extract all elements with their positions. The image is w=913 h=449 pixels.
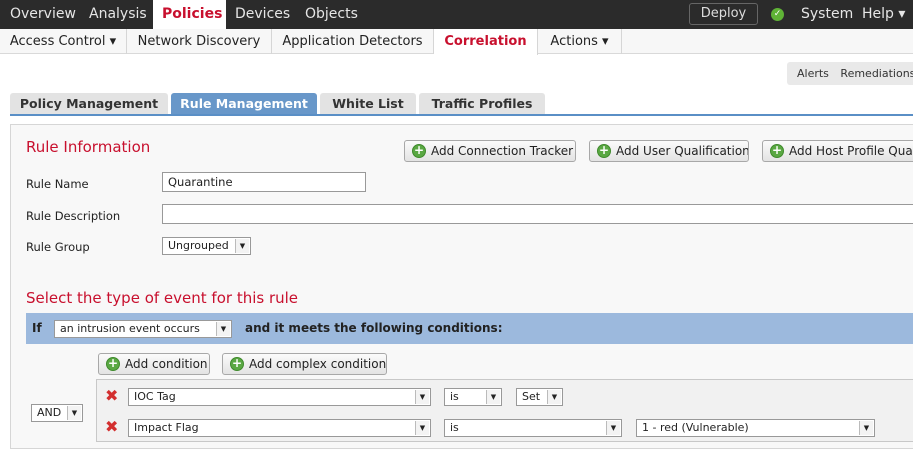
button-label: Add Connection Tracker bbox=[431, 144, 574, 158]
condition-value: 1 - red (Vulnerable) bbox=[642, 421, 749, 434]
event-type-value: an intrusion event occurs bbox=[60, 322, 200, 335]
add-icon: + bbox=[230, 356, 244, 371]
add-user-qualification-button[interactable]: + Add User Qualification bbox=[589, 140, 749, 162]
chevron-down-icon: ▼ bbox=[486, 390, 500, 404]
condition-value: Set bbox=[522, 390, 541, 403]
sub-nav: Access Control ▾ Network Discovery Appli… bbox=[0, 29, 913, 55]
event-type-title: Select the type of event for this rule bbox=[26, 289, 299, 307]
tab-white-list[interactable]: White List bbox=[320, 93, 416, 115]
nav-objects[interactable]: Objects bbox=[305, 0, 358, 29]
chevron-down-icon: ▼ bbox=[606, 421, 620, 435]
condition-value-select[interactable]: Set ▼ bbox=[516, 388, 563, 406]
alerts-remediations-bar: Alerts Remediations bbox=[787, 62, 913, 85]
event-condition-bar: If an intrusion event occurs ▼ and it me… bbox=[26, 313, 913, 344]
rule-name-input[interactable]: Quarantine bbox=[162, 172, 366, 192]
status-ok-icon: ✓ bbox=[771, 8, 784, 21]
chevron-down-icon: ▼ bbox=[547, 390, 561, 404]
conditions-box: ✖ IOC Tag ▼ is ▼ Set ▼ ✖ Impact Flag ▼ i… bbox=[96, 379, 913, 442]
subnav-actions[interactable]: Actions ▾ bbox=[538, 29, 622, 54]
rule-editor-panel: Rule Information + Add Connection Tracke… bbox=[10, 124, 913, 449]
rule-group-value: Ungrouped bbox=[168, 239, 229, 252]
remediations-link[interactable]: Remediations bbox=[840, 67, 913, 80]
button-label: Add condition bbox=[125, 357, 208, 371]
rule-information-title: Rule Information bbox=[26, 138, 151, 156]
condition-operator-value: is bbox=[450, 421, 459, 434]
tab-policy-management[interactable]: Policy Management bbox=[10, 93, 168, 115]
condition-field-value: IOC Tag bbox=[134, 390, 176, 403]
condition-operator-select[interactable]: is ▼ bbox=[444, 419, 622, 437]
add-icon: + bbox=[770, 143, 784, 158]
deploy-button[interactable]: Deploy bbox=[689, 3, 758, 25]
add-icon: + bbox=[106, 356, 120, 371]
nav-overview[interactable]: Overview bbox=[10, 0, 76, 29]
top-nav: Overview Analysis Policies Devices Objec… bbox=[0, 0, 913, 29]
tab-rule-management[interactable]: Rule Management bbox=[171, 93, 317, 115]
help-menu[interactable]: Help ▾ bbox=[862, 0, 905, 29]
chevron-down-icon: ▼ bbox=[415, 390, 429, 404]
chevron-down-icon: ▼ bbox=[415, 421, 429, 435]
add-condition-button[interactable]: + Add condition bbox=[98, 353, 210, 375]
chevron-down-icon: ▼ bbox=[235, 239, 249, 253]
rule-group-select[interactable]: Ungrouped ▼ bbox=[162, 237, 251, 255]
add-complex-condition-button[interactable]: + Add complex condition bbox=[222, 353, 387, 375]
system-menu[interactable]: System bbox=[801, 0, 853, 29]
conditions-text: and it meets the following conditions: bbox=[245, 321, 503, 335]
add-host-profile-qualification-button[interactable]: + Add Host Profile Qualification bbox=[762, 140, 913, 162]
tabs-divider bbox=[10, 114, 913, 116]
alerts-link[interactable]: Alerts bbox=[797, 67, 829, 80]
condition-operator-select[interactable]: is ▼ bbox=[444, 388, 502, 406]
operator-select[interactable]: AND ▼ bbox=[31, 404, 83, 422]
delete-condition-icon[interactable]: ✖ bbox=[105, 388, 118, 404]
subnav-network-discovery[interactable]: Network Discovery bbox=[127, 29, 272, 54]
condition-operator-value: is bbox=[450, 390, 459, 403]
nav-analysis[interactable]: Analysis bbox=[89, 0, 147, 29]
condition-field-select[interactable]: Impact Flag ▼ bbox=[128, 419, 431, 437]
subnav-access-control[interactable]: Access Control ▾ bbox=[0, 29, 127, 54]
condition-field-select[interactable]: IOC Tag ▼ bbox=[128, 388, 431, 406]
if-label: If bbox=[32, 321, 42, 335]
add-connection-tracker-button[interactable]: + Add Connection Tracker bbox=[404, 140, 576, 162]
button-label: Add User Qualification bbox=[616, 144, 749, 158]
rule-description-label: Rule Description bbox=[26, 209, 121, 223]
rule-name-label: Rule Name bbox=[26, 177, 89, 191]
tab-traffic-profiles[interactable]: Traffic Profiles bbox=[419, 93, 545, 115]
operator-value: AND bbox=[37, 406, 62, 419]
button-label: Add complex condition bbox=[249, 357, 387, 371]
chevron-down-icon: ▼ bbox=[67, 406, 81, 420]
rule-group-label: Rule Group bbox=[26, 240, 90, 254]
subnav-correlation[interactable]: Correlation bbox=[434, 29, 538, 55]
delete-condition-icon[interactable]: ✖ bbox=[105, 419, 118, 435]
nav-policies[interactable]: Policies bbox=[153, 0, 226, 29]
nav-devices[interactable]: Devices bbox=[235, 0, 290, 29]
chevron-down-icon: ▼ bbox=[859, 421, 873, 435]
chevron-down-icon: ▼ bbox=[216, 322, 230, 336]
add-icon: + bbox=[597, 143, 611, 158]
subnav-application-detectors[interactable]: Application Detectors bbox=[272, 29, 434, 54]
add-icon: + bbox=[412, 143, 426, 158]
button-label: Add Host Profile Qualification bbox=[789, 144, 913, 158]
condition-value-select[interactable]: 1 - red (Vulnerable) ▼ bbox=[636, 419, 875, 437]
rule-description-input[interactable] bbox=[162, 204, 913, 224]
condition-field-value: Impact Flag bbox=[134, 421, 199, 434]
event-type-select[interactable]: an intrusion event occurs ▼ bbox=[54, 320, 232, 338]
